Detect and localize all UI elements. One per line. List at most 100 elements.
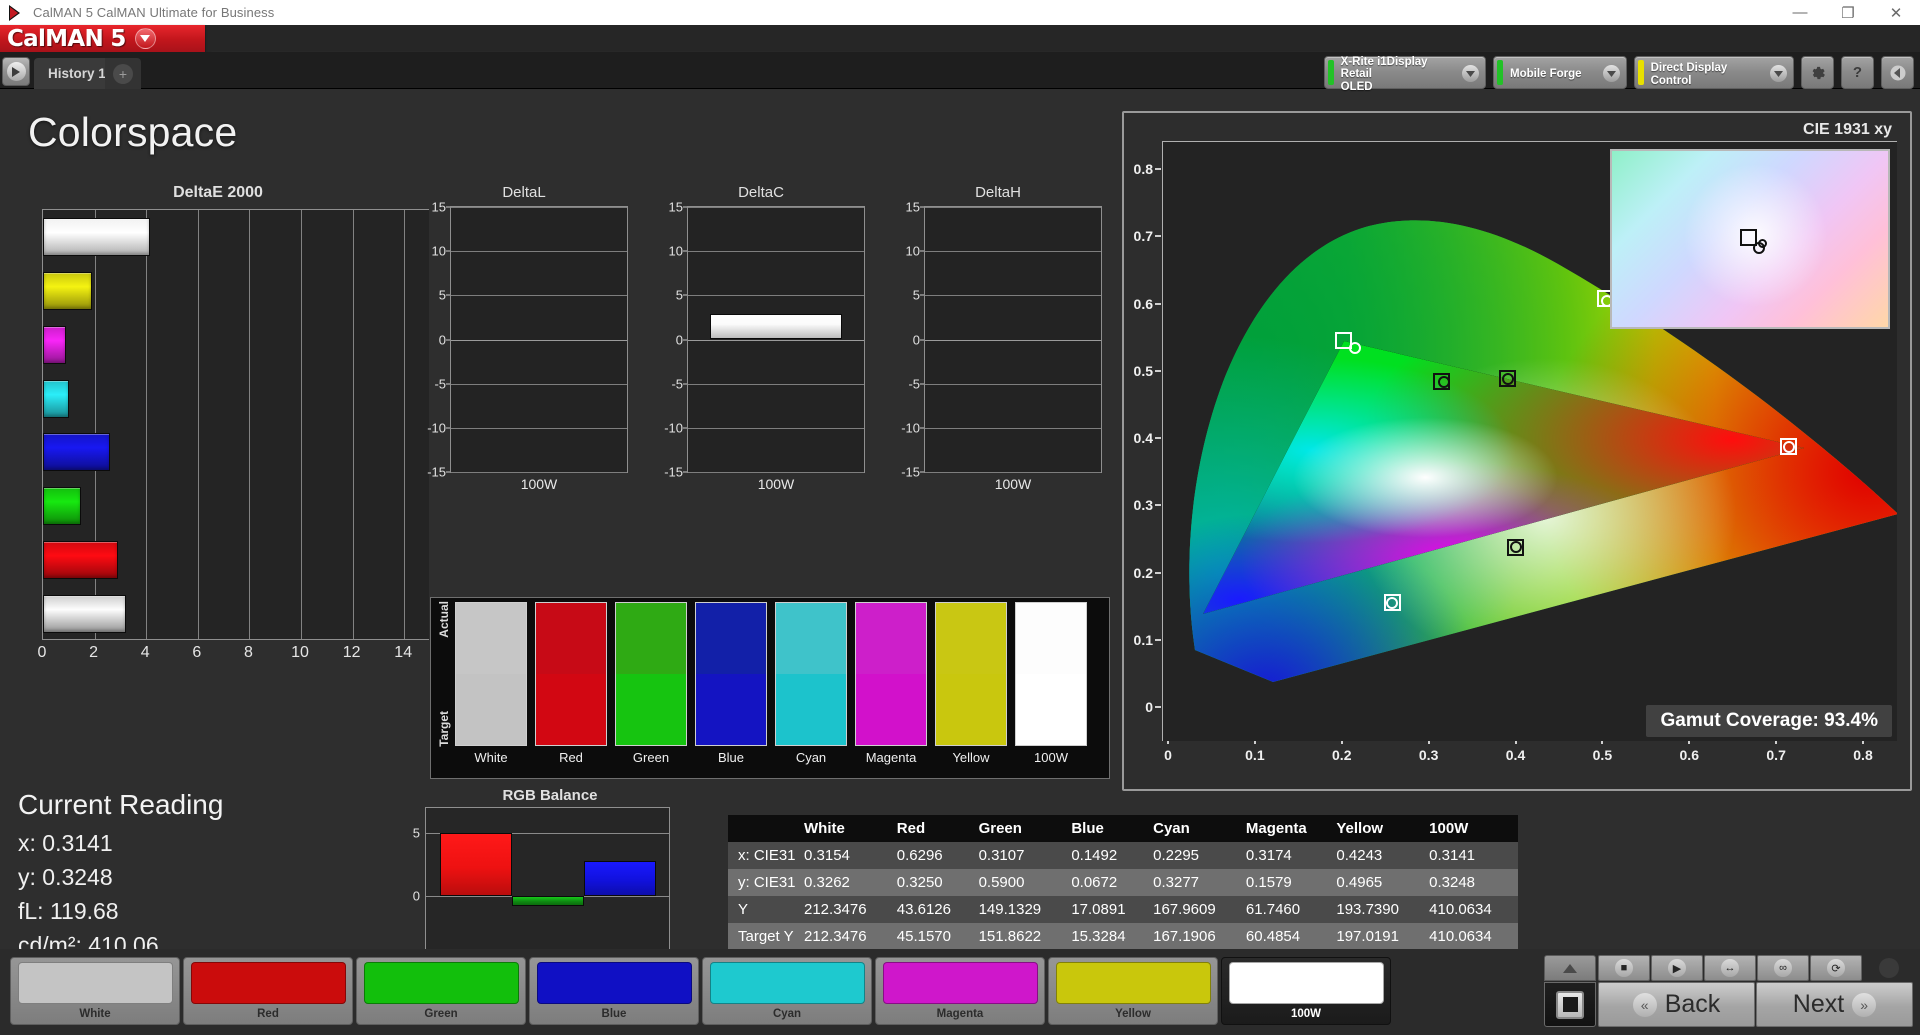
- swatch-name: Yellow: [952, 750, 990, 765]
- display-control-dropdown[interactable]: Direct Display Control: [1634, 56, 1794, 89]
- measure-target-button[interactable]: [1544, 982, 1596, 1027]
- table-column-header: Red: [892, 815, 975, 842]
- continuous-button[interactable]: ∞: [1757, 955, 1809, 981]
- rgb-balance-plot-area: [425, 807, 670, 959]
- cie-y-tick-mark: [1155, 302, 1161, 305]
- gridline: [688, 427, 864, 429]
- gridline: [688, 295, 864, 297]
- table-row: Y 212.3476 43.6126 149.1329 17.0891 167.9609 6…: [728, 896, 1518, 923]
- color-patch-label: 100W: [1290, 1008, 1322, 1020]
- delta-h-title: DeltaH: [975, 184, 1021, 201]
- play-icon: ▶: [1668, 959, 1686, 977]
- table-cell: 43.6126: [896, 901, 951, 918]
- target-square-icon: [1556, 990, 1584, 1019]
- swatch-actual: [856, 603, 926, 674]
- add-tab-button[interactable]: +: [105, 58, 141, 89]
- stop-button[interactable]: ■: [1598, 955, 1650, 981]
- table-cell: 0.1579: [1245, 874, 1292, 891]
- tab-history-label: History 1: [48, 66, 106, 81]
- color-chip: [363, 962, 519, 1004]
- gridline: [925, 295, 1101, 297]
- chevron-left-icon: «: [1632, 992, 1657, 1017]
- chevron-down-icon[interactable]: [1770, 65, 1787, 82]
- table-cell: 410.0634: [1429, 901, 1492, 918]
- table-row-label: y: CIE31: [738, 874, 796, 891]
- source-selector-dropdown[interactable]: Mobile Forge: [1493, 56, 1627, 89]
- play-button[interactable]: ▶: [1651, 955, 1703, 981]
- table-cell: 0.6296: [896, 847, 943, 864]
- cie-y-tick-label: 0.1: [1133, 631, 1153, 648]
- swatch-box: [855, 602, 927, 746]
- axis-tick-label: 12: [342, 644, 361, 661]
- chevron-down-icon[interactable]: [134, 28, 156, 49]
- delta-e-bar: [43, 271, 92, 310]
- table-cell: 15.3284: [1071, 928, 1126, 945]
- brand-bar: CalMAN 5: [0, 25, 1920, 66]
- swatch-side-labels: Actual Target: [434, 601, 454, 747]
- table-row: x: CIE31 0.3154 0.6296 0.3107 0.1492 0.2295 0.…: [728, 842, 1518, 869]
- chevron-down-icon[interactable]: [1462, 65, 1479, 82]
- rgb-balance-y-ticks: 50-5: [390, 807, 425, 966]
- minimize-button[interactable]: —: [1776, 0, 1824, 25]
- cie-x-tick-label: 0.8: [1853, 747, 1873, 763]
- back-label: Back: [1664, 990, 1721, 1018]
- delta-e-bar: [43, 487, 82, 526]
- color-chip: [190, 962, 346, 1004]
- color-chip: [709, 962, 865, 1004]
- swatch-name: Red: [559, 750, 583, 765]
- gridline: [451, 295, 627, 297]
- gear-icon: [1812, 66, 1825, 79]
- color-patch-blue[interactable]: Blue: [529, 957, 699, 1025]
- window-title: CalMAN 5 CalMAN Ultimate for Business: [33, 5, 275, 20]
- refresh-button[interactable]: ⟳: [1810, 955, 1862, 981]
- cie-y-axis: 0.8 0.7 0.6 0.5 0.4 0.3 0.2 0.1 0: [1124, 141, 1162, 741]
- meter-selector-dropdown[interactable]: X-Rite i1Display Retail OLED: [1324, 56, 1486, 93]
- color-patch-yellow[interactable]: Yellow: [1048, 957, 1218, 1025]
- tab-nav-arrow-button[interactable]: [2, 57, 30, 86]
- swatch-target: [856, 674, 926, 745]
- color-patch-label: Blue: [601, 1008, 627, 1020]
- delta-e-chart-title: DeltaE 2000: [173, 184, 263, 201]
- back-button[interactable]: « Back: [1598, 982, 1755, 1027]
- swatch-actual: [536, 603, 606, 674]
- main-content: Colorspace DeltaE 2000 0 2 4 6 8 10 12 14 Delta…: [0, 89, 1920, 978]
- color-patch-magenta[interactable]: Magenta: [875, 957, 1045, 1025]
- playback-controls: ■ ▶ ↔ ∞ ⟳: [1598, 955, 1915, 981]
- color-patch-white[interactable]: White: [10, 957, 180, 1025]
- help-button[interactable]: ?: [1841, 56, 1874, 89]
- cie-y-tick-mark: [1155, 168, 1161, 170]
- color-patch-red[interactable]: Red: [183, 957, 353, 1025]
- table-cell: 0.4243: [1336, 847, 1383, 864]
- settings-button[interactable]: [1801, 56, 1834, 89]
- delta-h-chart: DeltaH 15 10 5 0 -5 -10 -15 100W: [892, 184, 1104, 514]
- gridline: [451, 339, 627, 341]
- color-patch-cyan[interactable]: Cyan: [702, 957, 872, 1025]
- axis-tick-label: -10: [664, 420, 683, 436]
- chevron-down-icon[interactable]: [1603, 65, 1620, 82]
- cie-y-tick-label: 0.6: [1133, 295, 1153, 312]
- gridline: [688, 383, 864, 385]
- axis-tick-label: 4: [140, 644, 150, 661]
- table-row: Target Y 212.3476 45.1570 151.8622 15.3284 16…: [728, 923, 1518, 950]
- axis-tick-label: -5: [908, 376, 920, 392]
- axis-tick-label: 10: [905, 243, 920, 259]
- expand-controls-button[interactable]: [1544, 955, 1596, 981]
- close-button[interactable]: ✕: [1872, 0, 1920, 25]
- axis-tick-label: 0: [37, 644, 47, 661]
- meter-read-button[interactable]: ↔: [1704, 955, 1756, 981]
- color-chip: [536, 962, 692, 1004]
- collapse-panel-button[interactable]: [1881, 56, 1914, 89]
- swatch-target: [616, 674, 686, 745]
- color-patch-green[interactable]: Green: [356, 957, 526, 1025]
- table-column-header: Blue: [1067, 815, 1150, 842]
- table-cell: 0.1492: [1071, 847, 1118, 864]
- next-button[interactable]: Next »: [1756, 982, 1913, 1027]
- calman-logo-button[interactable]: CalMAN 5: [0, 25, 205, 52]
- cie-x-tick-label: 0.5: [1592, 747, 1613, 763]
- window-title-bar: CalMAN 5 CalMAN Ultimate for Business — …: [0, 0, 1920, 25]
- maximize-button[interactable]: ❐: [1824, 0, 1872, 25]
- swatch-column: Green: [615, 602, 687, 765]
- delta-l-y-ticks: 15 10 5 0 -5 -10 -15: [418, 200, 450, 480]
- swatch-actual: [1016, 603, 1086, 674]
- color-patch-100w[interactable]: 100W: [1221, 957, 1391, 1025]
